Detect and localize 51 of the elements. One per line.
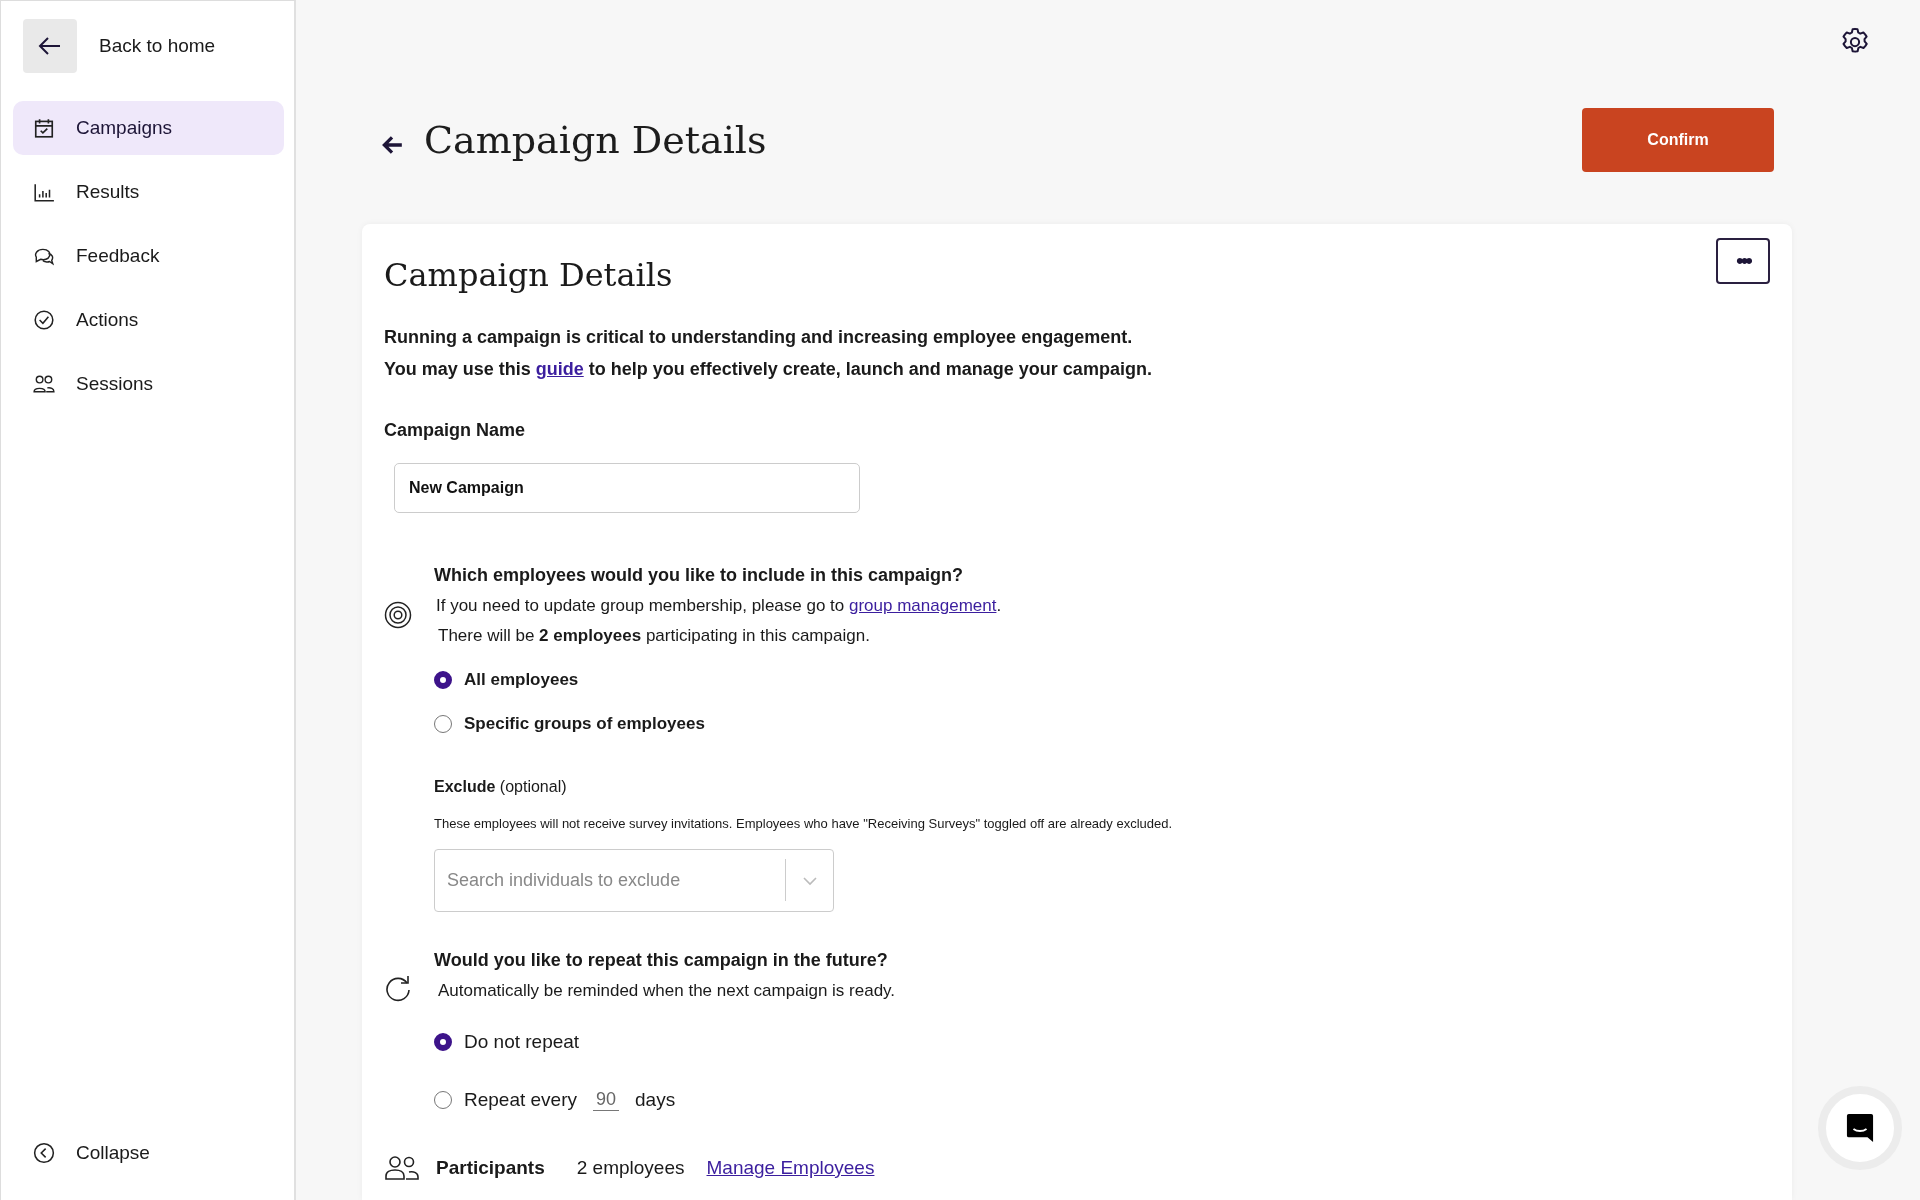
radio-button[interactable] (434, 1091, 452, 1109)
radio-button[interactable] (434, 715, 452, 733)
option-label: All employees (464, 670, 579, 690)
question-text: Which employees would you like to include in this campaign? (434, 565, 965, 586)
people-icon (384, 1155, 420, 1181)
sidebar-item[interactable]: Feedback (13, 229, 284, 283)
radio-button[interactable] (434, 671, 452, 689)
bar-chart-icon (33, 181, 55, 203)
chat-smile-icon (1846, 1113, 1874, 1143)
days-field[interactable]: 90 (593, 1089, 619, 1111)
exclude-label: Exclude (optional) (434, 778, 568, 796)
check-circle-icon (33, 309, 55, 331)
radio-button[interactable] (434, 1033, 452, 1051)
sidebar-item[interactable]: Sessions (13, 357, 284, 411)
chevron-left-circle-icon (33, 1142, 55, 1164)
unit-label: days (635, 1089, 676, 1111)
chevron-down-icon (802, 876, 818, 886)
participants-label: Participants (436, 1157, 545, 1179)
question-text: Would you like to repeat this campaign in the future? (434, 950, 889, 971)
people-icon (33, 373, 55, 395)
group-management-link[interactable]: group management (849, 596, 997, 615)
participants-count: 2 employees (576, 1157, 685, 1179)
campaign-name-field[interactable]: New Campaign (394, 463, 860, 513)
participant-count-text: There will be 2 employees participating in this campaign. (438, 626, 871, 646)
sidebar-item[interactable]: Actions (13, 293, 284, 347)
more-options-button[interactable]: ••• (1716, 238, 1770, 284)
intro-text: Running a campaign is critical to understanding and increasing employee engagement. (384, 326, 1134, 348)
back-arrow-icon (38, 36, 62, 56)
collapse-button[interactable]: Collapse (1, 1142, 294, 1164)
back-to-home-link[interactable]: Back to home (99, 35, 216, 57)
option-label: Specific groups of employees (464, 714, 705, 734)
option-label: Repeat every (464, 1089, 577, 1111)
exclude-note: These employees will not receive survey invitations. Employees who have "Receiving Surveys" toggled off are already excluded. (434, 816, 1174, 831)
exclude-search-dropdown[interactable]: Search individuals to exclude (434, 849, 834, 912)
guide-link[interactable]: guide (535, 359, 584, 379)
intro-text: You may use this guide to help you effectively create, launch and manage your campaign. (384, 358, 1153, 380)
target-icon (384, 601, 412, 629)
page-title: Campaign Details (424, 118, 767, 162)
field-label: Campaign Name (384, 420, 527, 441)
back-arrow-icon[interactable] (380, 134, 404, 156)
sidebar-item[interactable]: Results (13, 165, 284, 219)
option-label: Do not repeat (464, 1031, 580, 1053)
refresh-icon (384, 974, 412, 1002)
hint-text: If you need to update group membership, please go to group management. (436, 596, 1003, 616)
back-button[interactable] (23, 19, 77, 73)
hint-text: Automatically be reminded when the next campaign is ready. (438, 981, 897, 1001)
confirm-button[interactable]: Confirm (1582, 108, 1774, 172)
manage-employees-link[interactable]: Manage Employees (706, 1157, 875, 1179)
calendar-check-icon (33, 117, 55, 139)
sidebar-item[interactable]: Campaigns (13, 101, 284, 155)
card-title: Campaign Details (384, 256, 673, 294)
